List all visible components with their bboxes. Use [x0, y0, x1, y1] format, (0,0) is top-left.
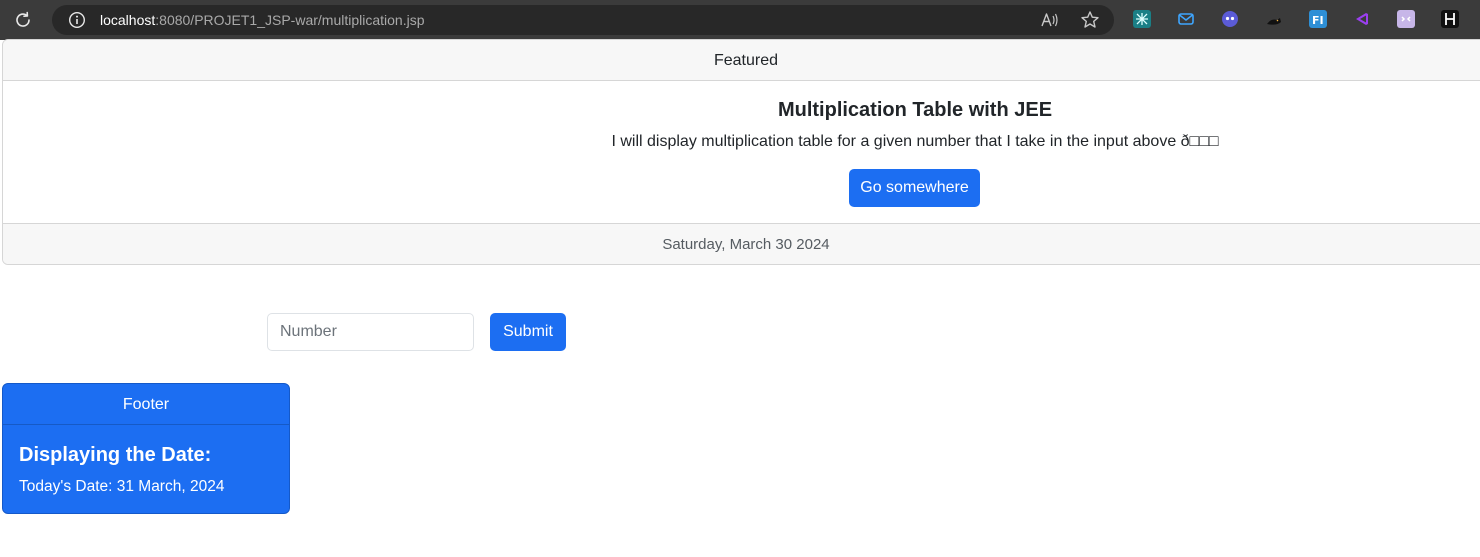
reload-button[interactable] — [12, 9, 34, 31]
go-somewhere-button[interactable]: Go somewhere — [849, 169, 980, 207]
footer-card: Footer Displaying the Date: Today's Date… — [2, 383, 290, 514]
read-aloud-icon — [1041, 13, 1058, 27]
svg-text:FI: FI — [1312, 14, 1324, 27]
url-path: :8080/PROJET1_JSP-war/multiplication.jsp — [155, 12, 425, 28]
address-bar[interactable]: localhost:8080/PROJET1_JSP-war/multiplic… — [52, 5, 1114, 35]
h-extension-icon[interactable] — [1441, 10, 1459, 28]
grid-extension-icon[interactable] — [1133, 10, 1151, 28]
cat-extension-icon[interactable] — [1265, 10, 1283, 28]
url-text[interactable]: localhost:8080/PROJET1_JSP-war/multiplic… — [100, 12, 425, 28]
card-title: Multiplication Table with JEE — [777, 99, 1053, 121]
favorite-button[interactable] — [1080, 10, 1100, 30]
featured-card: Featured Multiplication Table with JEE I… — [2, 39, 1480, 265]
card-text: I will display multiplication table for … — [611, 133, 1219, 150]
mail-extension-icon[interactable] — [1177, 10, 1195, 28]
info-icon — [68, 11, 86, 29]
ghost-extension-icon[interactable] — [1221, 10, 1239, 28]
footer-card-title: Displaying the Date: — [19, 444, 212, 466]
vscode-extension-icon[interactable] — [1353, 10, 1371, 28]
submit-button[interactable]: Submit — [490, 313, 566, 351]
reload-icon — [16, 11, 30, 27]
site-info-button[interactable] — [68, 11, 86, 29]
featured-card-footer-date: Saturday, March 30 2024 — [3, 223, 1480, 264]
face-extension-icon[interactable] — [1397, 10, 1415, 28]
url-host: localhost — [100, 12, 156, 28]
featured-card-header: Featured — [3, 40, 1480, 81]
footer-card-header: Footer — [3, 384, 289, 425]
footer-card-text: Today's Date: 31 March, 2024 — [19, 478, 225, 495]
browser-toolbar: localhost:8080/PROJET1_JSP-war/multiplic… — [0, 0, 1480, 40]
number-input[interactable] — [267, 313, 474, 351]
favorite-star-icon — [1081, 11, 1099, 28]
fi-extension-icon[interactable]: FI — [1309, 10, 1327, 28]
read-aloud-button[interactable] — [1040, 11, 1060, 29]
